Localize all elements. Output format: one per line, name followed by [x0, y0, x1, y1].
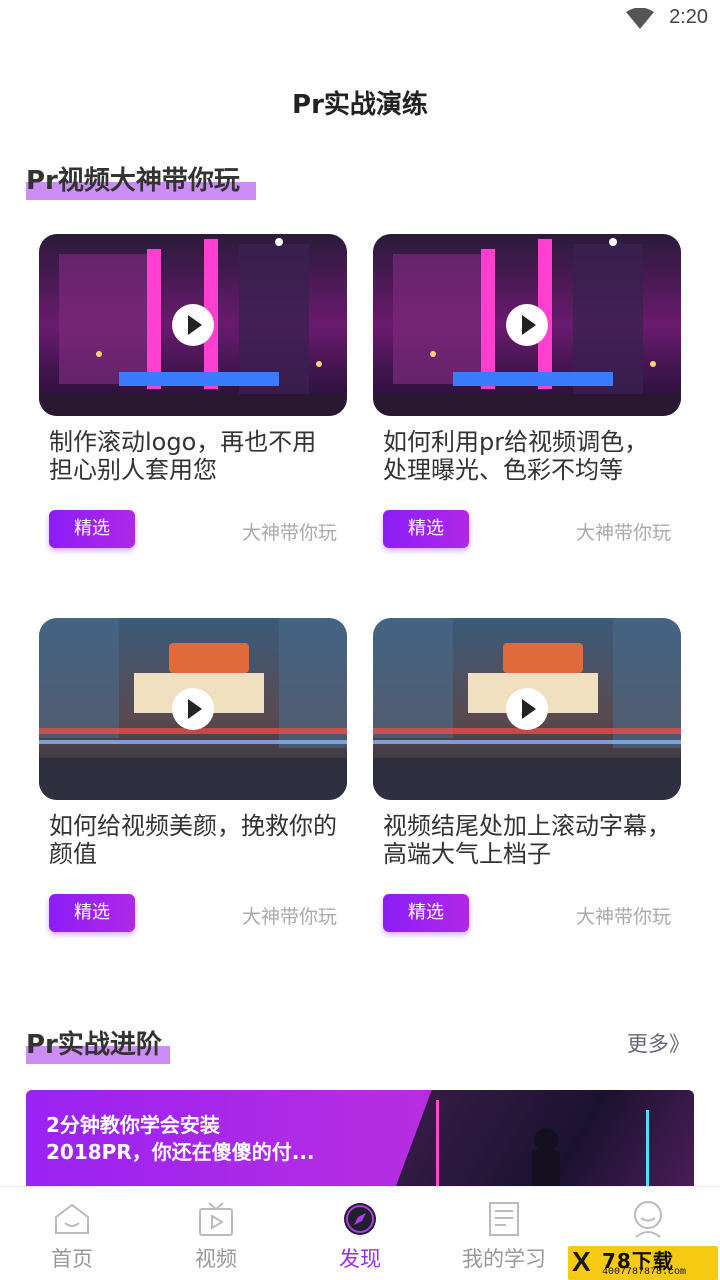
featured-badge: 精选 [49, 894, 135, 932]
author-label: 大神带你玩 [241, 906, 337, 928]
tab-home[interactable]: 首页 [0, 1187, 144, 1280]
section-heading-advanced: Pr实战进阶 [26, 1024, 170, 1064]
play-icon[interactable] [172, 688, 214, 730]
play-icon[interactable] [506, 688, 548, 730]
tab-discover[interactable]: 发现 [288, 1187, 432, 1280]
home-icon [55, 1203, 89, 1234]
wifi-icon [626, 8, 654, 29]
status-bar: 2:20 [0, 0, 720, 40]
banner-scene [436, 1100, 649, 1186]
section-heading-text: Pr视频大神带你玩 [26, 166, 240, 196]
video-title[interactable]: 制作滚动logo，再也不用担心别人套用您 [49, 428, 337, 488]
section-heading-video: Pr视频大神带你玩 [26, 160, 256, 200]
tab-label: 首页 [51, 1247, 93, 1271]
author-label: 大神带你玩 [241, 522, 337, 544]
video-title[interactable]: 如何利用pr给视频调色，处理曝光、色彩不均等 [383, 428, 671, 488]
profile-icon [634, 1201, 662, 1238]
video-thumbnail[interactable] [373, 618, 681, 800]
banner-text: 2分钟教你学会安装 2018PR，你还在傻傻的付... [46, 1112, 315, 1166]
tab-label: 我的学习 [462, 1247, 546, 1271]
card-meta: 精选 大神带你玩 [373, 510, 681, 550]
watermark-mark: X [572, 1246, 591, 1277]
site-watermark: X 78下载 4007787878.com [568, 1246, 718, 1280]
video-thumbnail[interactable] [39, 618, 347, 800]
card-meta: 精选 大神带你玩 [39, 510, 347, 550]
page-title: Pr实战演练 [292, 90, 428, 120]
video-card[interactable]: 视频结尾处加上滚动字幕，高端大气上档子 精选 大神带你玩 [373, 618, 681, 934]
tab-my-learning[interactable]: 我的学习 [432, 1187, 576, 1280]
status-time: 2:20 [669, 6, 708, 28]
banner-line-1: 2分钟教你学会安装 [46, 1113, 220, 1137]
tab-label: 发现 [339, 1247, 381, 1271]
featured-badge: 精选 [383, 894, 469, 932]
more-link[interactable]: 更多》 [627, 1028, 690, 1058]
video-title[interactable]: 视频结尾处加上滚动字幕，高端大气上档子 [383, 812, 671, 872]
author-label: 大神带你玩 [575, 906, 671, 928]
banner-image [396, 1090, 694, 1186]
video-card[interactable]: 如何给视频美颜，挽救你的颜值 精选 大神带你玩 [39, 618, 347, 934]
featured-banner[interactable]: 2分钟教你学会安装 2018PR，你还在傻傻的付... [26, 1090, 694, 1186]
featured-badge: 精选 [49, 510, 135, 548]
play-icon[interactable] [506, 304, 548, 346]
video-thumbnail[interactable] [39, 234, 347, 416]
tv-icon [199, 1202, 233, 1236]
card-meta: 精选 大神带你玩 [373, 894, 681, 934]
tab-label: 视频 [195, 1247, 237, 1271]
document-icon [489, 1202, 519, 1236]
play-icon[interactable] [172, 304, 214, 346]
video-thumbnail[interactable] [373, 234, 681, 416]
card-meta: 精选 大神带你玩 [39, 894, 347, 934]
banner-line-2: 2018PR，你还在傻傻的付... [46, 1140, 315, 1164]
tab-video[interactable]: 视频 [144, 1187, 288, 1280]
watermark-phone: 4007787878.com [602, 1267, 687, 1278]
author-label: 大神带你玩 [575, 522, 671, 544]
video-card[interactable]: 如何利用pr给视频调色，处理曝光、色彩不均等 精选 大神带你玩 [373, 234, 681, 550]
featured-badge: 精选 [383, 510, 469, 548]
compass-icon [344, 1203, 376, 1235]
section-heading-text: Pr实战进阶 [26, 1030, 162, 1060]
video-title[interactable]: 如何给视频美颜，挽救你的颜值 [49, 812, 337, 872]
video-card[interactable]: 制作滚动logo，再也不用担心别人套用您 精选 大神带你玩 [39, 234, 347, 550]
